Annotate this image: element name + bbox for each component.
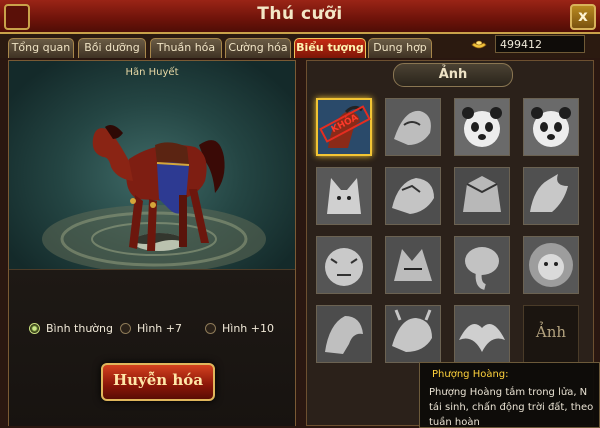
dragon-portrait-icon bbox=[317, 306, 371, 362]
title-bar: Thú cưỡi x bbox=[0, 0, 600, 34]
gallery-empty-slot: Ảnh bbox=[523, 305, 579, 363]
tab-cuong-hoa[interactable]: Cường hóa bbox=[225, 38, 291, 58]
gallery-header: Ảnh bbox=[393, 63, 513, 87]
panda-portrait-icon bbox=[455, 99, 509, 155]
mount-preview: Hãn Huyết bbox=[9, 61, 295, 269]
close-button[interactable]: x bbox=[570, 4, 596, 30]
mount-preview-panel: Hãn Huyết Bình thường Hình +7 Hình +10 H… bbox=[8, 60, 296, 426]
tooltip-title: Phượng Hoàng: bbox=[432, 369, 509, 380]
dragon-portrait-icon bbox=[524, 168, 578, 224]
red-horse-model bbox=[92, 125, 225, 251]
option-label: Hình +7 bbox=[137, 321, 182, 335]
gallery-item[interactable] bbox=[454, 236, 510, 294]
phoenix-portrait-icon bbox=[455, 306, 509, 362]
gallery-item[interactable] bbox=[385, 98, 441, 156]
appearance-options: Bình thường Hình +7 Hình +10 Huyễn hóa bbox=[9, 269, 295, 426]
tab-tong-quan[interactable]: Tổng quan bbox=[8, 38, 74, 58]
beast-portrait-icon bbox=[386, 306, 440, 362]
tiger-portrait-icon bbox=[317, 237, 371, 293]
option-hinh-10[interactable]: Hình +10 bbox=[205, 320, 274, 336]
armored-beast-portrait-icon bbox=[455, 168, 509, 224]
gallery-item[interactable] bbox=[454, 305, 510, 363]
radio-checked-icon[interactable] bbox=[29, 322, 40, 334]
wolf-portrait-icon bbox=[386, 237, 440, 293]
window-title: Thú cưỡi bbox=[257, 4, 343, 24]
gallery-item[interactable] bbox=[523, 236, 579, 294]
gallery-item[interactable] bbox=[454, 98, 510, 156]
transform-button[interactable]: Huyễn hóa bbox=[101, 363, 215, 401]
tab-bieu-tuong[interactable]: Biểu tượng bbox=[294, 38, 366, 58]
dragon-head-portrait-icon bbox=[386, 168, 440, 224]
gallery-item[interactable] bbox=[523, 98, 579, 156]
beast-portrait-icon bbox=[386, 99, 440, 155]
item-tooltip: Phượng Hoàng: Phượng Hoàng tắm trong lửa… bbox=[419, 362, 600, 428]
gallery-item[interactable] bbox=[454, 167, 510, 225]
panda-portrait-icon bbox=[524, 99, 578, 155]
radio-unchecked-icon[interactable] bbox=[120, 322, 131, 334]
option-label: Hình +10 bbox=[222, 321, 274, 335]
wolf-portrait-icon bbox=[317, 168, 371, 224]
elephant-portrait-icon bbox=[455, 237, 509, 293]
option-hinh-7[interactable]: Hình +7 bbox=[120, 320, 182, 336]
gallery-item[interactable] bbox=[385, 305, 441, 363]
option-label: Bình thường bbox=[46, 321, 113, 335]
gold-ingot-icon bbox=[471, 40, 487, 49]
lion-portrait-icon bbox=[524, 237, 578, 293]
gold-amount: 499412 bbox=[495, 35, 585, 53]
mount-window: Thú cưỡi x Tổng quan Bồi dưỡng Thuần hóa… bbox=[0, 0, 600, 428]
gallery-item[interactable] bbox=[385, 236, 441, 294]
gallery-item[interactable] bbox=[316, 236, 372, 294]
gallery-item-red-horse[interactable]: KHÓA bbox=[316, 98, 372, 156]
tooltip-description: Phượng Hoàng tắm trong lửa, N tái sinh, … bbox=[429, 387, 594, 428]
radio-unchecked-icon[interactable] bbox=[205, 322, 216, 334]
gallery-item[interactable] bbox=[385, 167, 441, 225]
gallery-item[interactable] bbox=[523, 167, 579, 225]
gallery-item[interactable] bbox=[316, 305, 372, 363]
tab-thuan-hoa[interactable]: Thuần hóa bbox=[150, 38, 222, 58]
option-binh-thuong[interactable]: Bình thường bbox=[29, 320, 113, 336]
empty-slot-label: Ảnh bbox=[535, 323, 567, 341]
gallery-item[interactable] bbox=[316, 167, 372, 225]
tab-dung-hop[interactable]: Dung hợp bbox=[368, 38, 432, 58]
tab-boi-duong[interactable]: Bồi dưỡng bbox=[78, 38, 146, 58]
